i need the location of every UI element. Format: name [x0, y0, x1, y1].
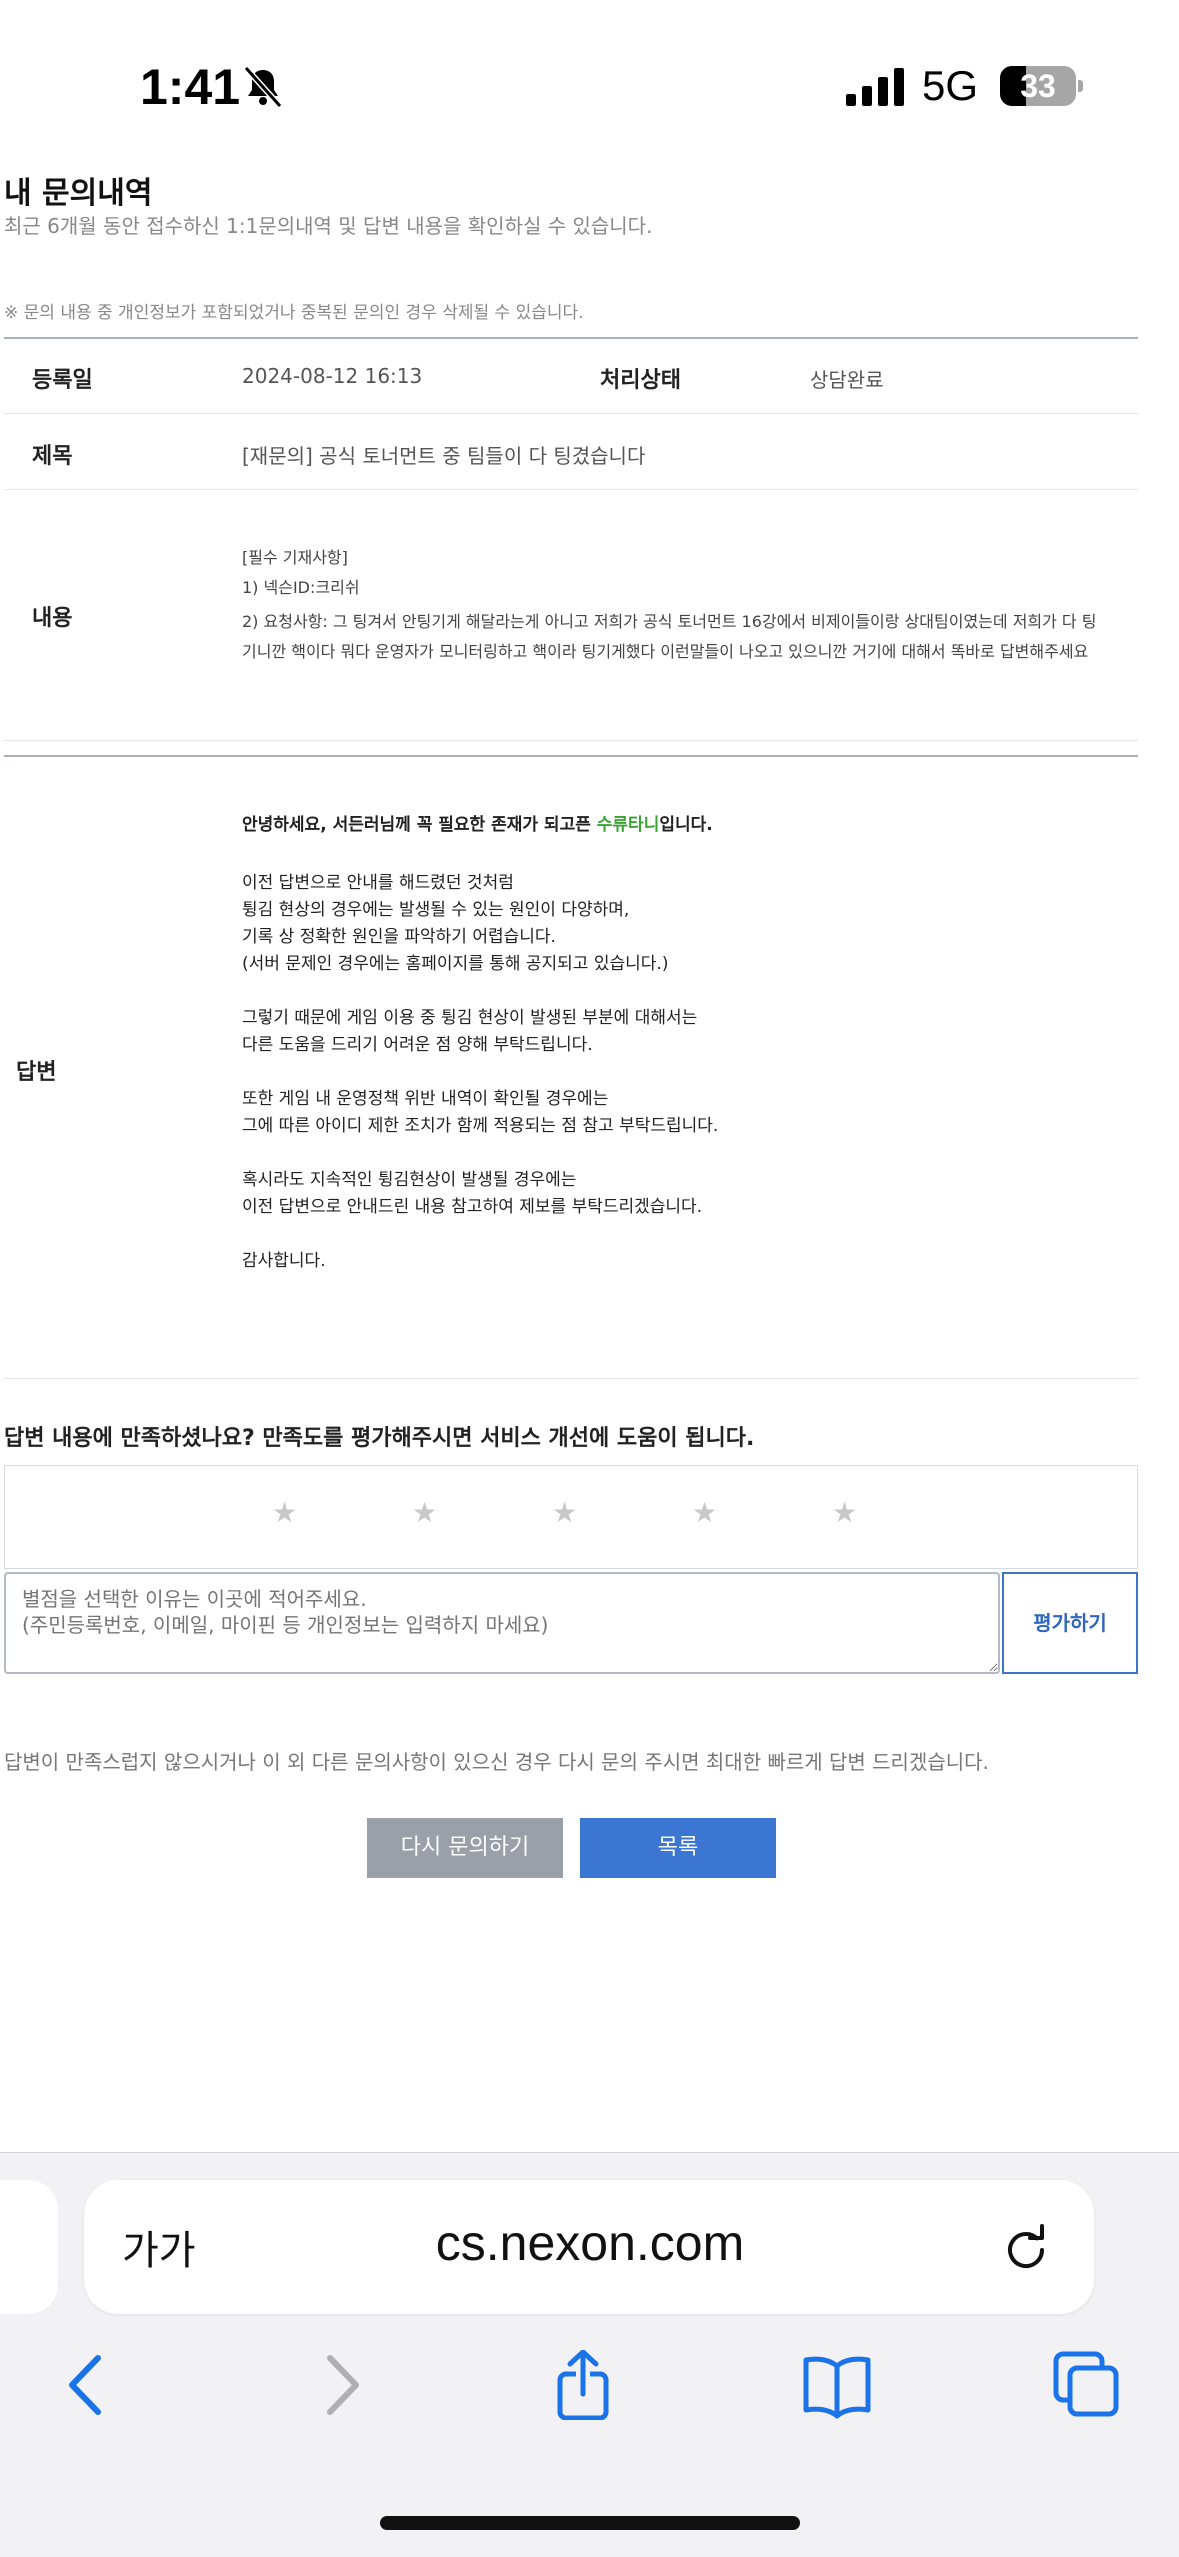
url-text[interactable]: cs.nexon.com	[300, 2214, 880, 2272]
answer-line: 다른 도움을 드리기 어려운 점 양해 부탁드립니다.	[242, 1035, 593, 1055]
privacy-notice: ※ 문의 내용 중 개인정보가 포함되었거나 중복된 문의인 경우 삭제될 수 …	[4, 303, 584, 323]
answer-line: 이전 답변으로 안내드린 내용 참고하여 제보를 부탁드리겠습니다.	[242, 1197, 703, 1217]
content-line: 1) 넥슨ID:크리쉬	[242, 578, 360, 597]
page-title: 내 문의내역	[4, 176, 153, 211]
cellular-signal-icon	[846, 68, 904, 106]
battery-cap	[1078, 80, 1083, 92]
subject-value: [재문의] 공식 토너먼트 중 팀들이 다 팅겼습니다	[242, 444, 646, 468]
answer-line: 감사합니다.	[242, 1251, 326, 1271]
rating-reason-input[interactable]	[4, 1572, 1000, 1674]
row-divider	[4, 413, 1138, 414]
content-line: 기니깐 핵이다 뭐다 운영자가 모니터링하고 핵이라 팅기게했다 이런말들이 나…	[242, 642, 1089, 661]
reinquire-button[interactable]: 다시 문의하기	[367, 1818, 563, 1878]
forward-arrow-icon[interactable]	[306, 2350, 376, 2420]
answer-line: 튕김 현상의 경우에는 발생될 수 있는 원인이 다양하며,	[242, 900, 630, 920]
star-icon-1[interactable]: ★	[272, 1496, 297, 1529]
answer-greeting: 안녕하세요, 서든러님께 꼭 필요한 존재가 되고픈 수류타니입니다.	[242, 815, 713, 835]
content-line: 2) 요청사항: 그 팅겨서 안팅기게 해달라는게 아니고 저희가 공식 토너먼…	[242, 612, 1097, 631]
reload-icon[interactable]	[998, 2222, 1054, 2278]
row-divider	[4, 740, 1138, 741]
answer-line: 혹시라도 지속적인 튕김현상이 발생될 경우에는	[242, 1170, 577, 1190]
answer-line: (서버 문제인 경우에는 홈페이지를 통해 공지되고 있습니다.)	[242, 954, 669, 974]
page-subtitle: 최근 6개월 동안 접수하신 1:1문의내역 및 답변 내용을 확인하실 수 있…	[4, 214, 653, 238]
list-button[interactable]: 목록	[580, 1818, 776, 1878]
date-label: 등록일	[32, 368, 93, 393]
subject-label: 제목	[32, 444, 73, 469]
back-arrow-icon[interactable]	[52, 2350, 122, 2420]
content-label: 내용	[32, 606, 73, 631]
status-value: 상담완료	[810, 368, 884, 392]
content-line: [필수 기재사항]	[242, 548, 348, 567]
tabs-icon[interactable]	[1052, 2350, 1122, 2420]
silent-bell-icon	[243, 65, 283, 109]
answer-line: 기록 상 정확한 원인을 파악하기 어렵습니다.	[242, 927, 556, 947]
answer-line: 이전 답변으로 안내를 해드렸던 것처럼	[242, 873, 514, 893]
table-top-rule	[4, 337, 1138, 339]
reinquiry-note: 답변이 만족스럽지 않으시거나 이 외 다른 문의사항이 있으신 경우 다시 문…	[4, 1750, 989, 1774]
star-icon-3[interactable]: ★	[552, 1496, 577, 1529]
home-indicator	[380, 2516, 800, 2530]
row-divider	[4, 489, 1138, 490]
answer-line: 그렇기 때문에 게임 이용 중 튕김 현상이 발생된 부분에 대해서는	[242, 1008, 698, 1028]
page-settings-button[interactable]: 가가	[122, 2218, 196, 2276]
answer-top-rule	[4, 755, 1138, 757]
star-icon-4[interactable]: ★	[692, 1496, 717, 1529]
bookmarks-icon[interactable]	[802, 2350, 872, 2420]
rating-question: 답변 내용에 만족하셨나요? 만족도를 평가해주시면 서비스 개선에 도움이 됩…	[4, 1426, 755, 1451]
answer-line: 그에 따른 아이디 제한 조치가 함께 적용되는 점 참고 부탁드립니다.	[242, 1116, 719, 1136]
battery-level: 33	[1020, 68, 1056, 104]
network-type: 5G	[922, 62, 979, 109]
submit-rating-button[interactable]: 평가하기	[1002, 1572, 1138, 1674]
share-icon[interactable]	[554, 2350, 624, 2420]
date-value: 2024-08-12 16:13	[242, 364, 423, 388]
answer-line: 또한 게임 내 운영정책 위반 내역이 확인될 경우에는	[242, 1089, 609, 1109]
status-label: 처리상태	[600, 368, 681, 393]
answer-signature-name: 수류타니	[596, 815, 660, 835]
star-icon-5[interactable]: ★	[832, 1496, 857, 1529]
previous-tab-peek[interactable]	[0, 2180, 58, 2314]
answer-label: 답변	[16, 1060, 57, 1085]
star-icon-2[interactable]: ★	[412, 1496, 437, 1529]
answer-bottom-rule	[4, 1378, 1138, 1379]
status-time: 1:41	[140, 59, 241, 115]
